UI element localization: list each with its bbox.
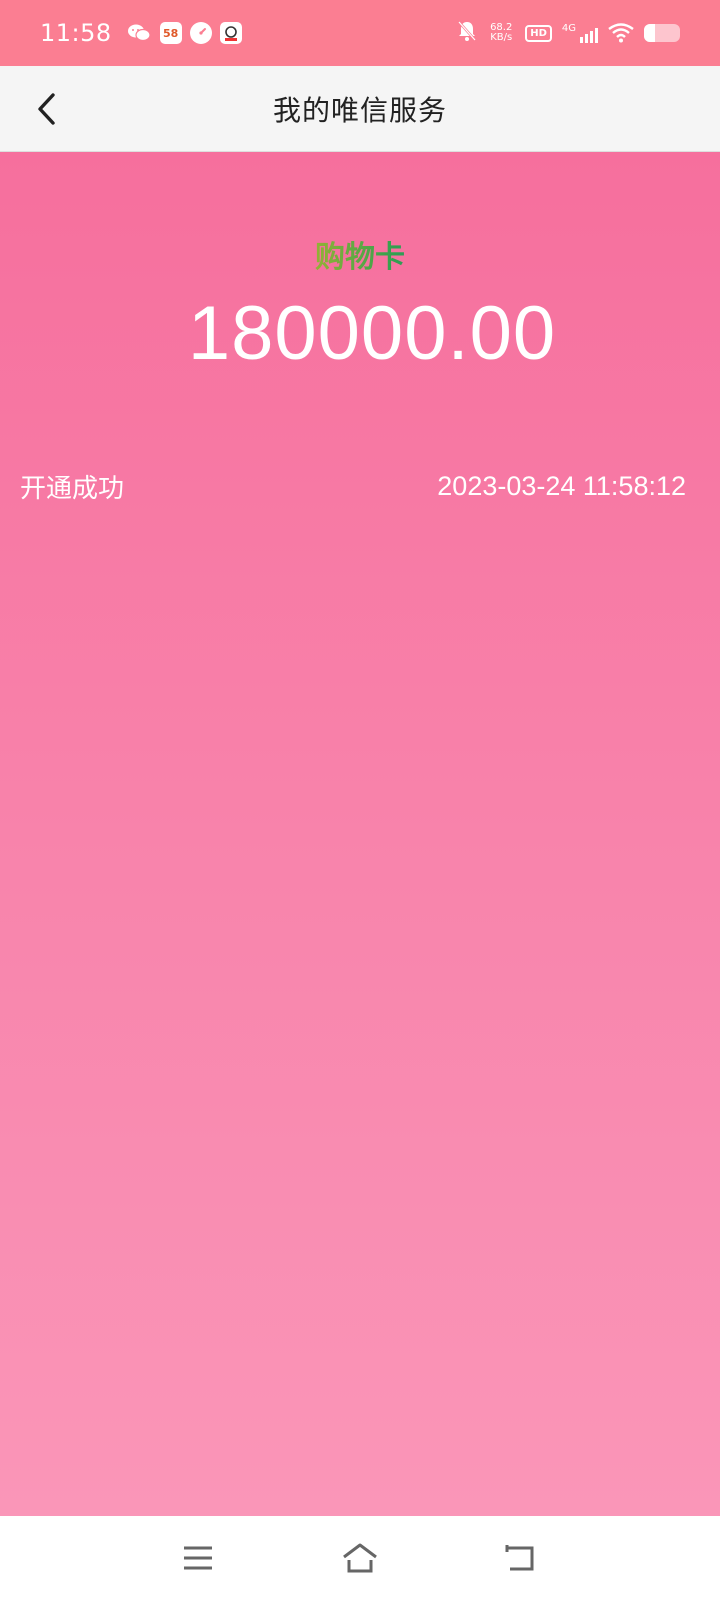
wechat-icon [126, 22, 152, 44]
status-bar: 11:58 58 68.2 KB/s HD 4G [0, 0, 720, 66]
back-nav-button[interactable] [500, 1538, 540, 1578]
battery-fill [644, 24, 655, 42]
signal-icon: 4G [562, 23, 598, 43]
home-button[interactable] [340, 1538, 380, 1578]
bell-off-icon [457, 20, 477, 47]
main-content: 购物卡 180000.00 开通成功 2023-03-24 11:58:12 [0, 152, 720, 1516]
network-type: 4G [561, 23, 576, 34]
menu-icon [184, 1546, 212, 1570]
status-right: 68.2 KB/s HD 4G [457, 20, 680, 47]
card-type-label: 购物卡 [0, 232, 720, 276]
page-title: 我的唯信服务 [272, 93, 447, 127]
card-amount: 180000.00 [187, 291, 557, 376]
menu-button[interactable] [178, 1538, 218, 1578]
app-58-icon: 58 [159, 22, 182, 44]
status-time: 11:58 [40, 19, 112, 47]
battery-icon [644, 24, 680, 42]
app-header: 我的唯信服务 [0, 66, 720, 152]
wifi-icon [608, 23, 634, 43]
speedometer-icon [189, 22, 212, 44]
home-icon [343, 1543, 377, 1573]
activation-status-row: 开通成功 2023-03-24 11:58:12 [20, 468, 686, 505]
back-button[interactable] [26, 88, 66, 130]
hd-badge: HD [525, 24, 552, 42]
back-nav-icon [505, 1545, 534, 1571]
activation-datetime: 2023-03-24 11:58:12 [437, 471, 686, 501]
notification-icons: 58 [126, 22, 242, 44]
network-speed-unit: KB/s [490, 32, 513, 43]
system-nav-bar [0, 1516, 720, 1600]
shopping-app-icon [219, 22, 242, 44]
activation-status: 开通成功 [20, 474, 125, 504]
chevron-left-icon [38, 93, 55, 125]
network-speed: 68.2 KB/s [487, 23, 515, 43]
